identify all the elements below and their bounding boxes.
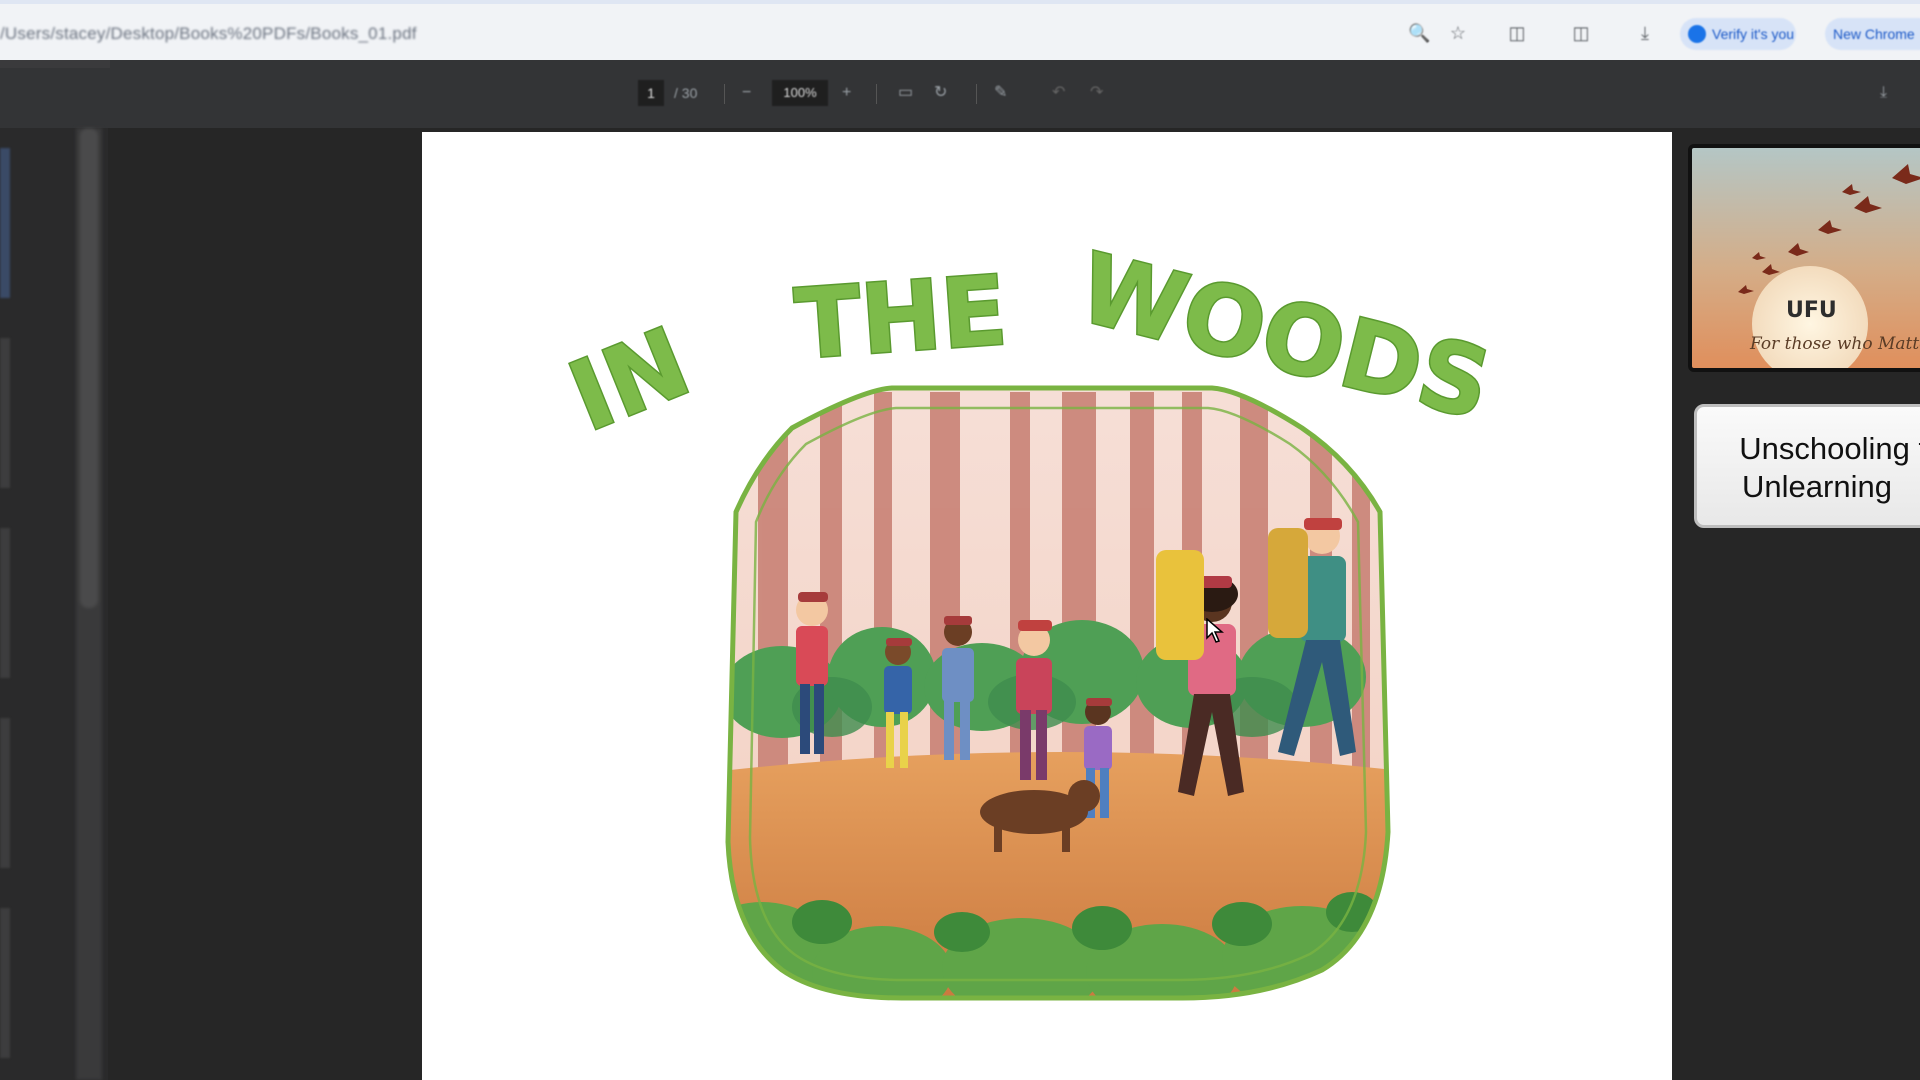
zoom-out-icon[interactable]: − — [742, 82, 751, 104]
page-thumbnail[interactable] — [0, 148, 10, 298]
rotate-icon[interactable]: ↻ — [934, 82, 947, 104]
title-word-woods: WOODS — [1068, 232, 1501, 442]
scrollbar-handle[interactable] — [80, 128, 98, 608]
redo-icon[interactable]: ↷ — [1090, 82, 1103, 104]
toolbar-divider — [876, 84, 877, 104]
ufu-logo-card: UFU For those who Matter — [1688, 144, 1920, 372]
undo-icon[interactable]: ↶ — [1052, 82, 1065, 104]
title-word-in: IN — [555, 306, 705, 452]
thumbnail-strip — [0, 138, 12, 1080]
search-icon[interactable]: 🔍 — [1408, 22, 1430, 44]
avatar — [1688, 25, 1706, 43]
profile-chip[interactable]: Verify it's you — [1680, 18, 1796, 50]
caption-line-2: Unlearning — [1742, 469, 1892, 504]
page-thumbnail[interactable] — [0, 908, 10, 1058]
ufu-tagline: For those who Matter — [1750, 334, 1920, 354]
fit-page-icon[interactable]: ▭ — [898, 82, 913, 104]
zoom-level-input[interactable]: 100% — [772, 80, 828, 106]
ufu-brand: UFU — [1786, 298, 1837, 323]
page-thumbnail[interactable] — [0, 338, 10, 488]
browser-address-bar: /Users/stacey/Desktop/Books%20PDFs/Books… — [0, 0, 1920, 60]
toolbar-divider — [724, 84, 725, 104]
page-number-input[interactable]: 1 — [638, 80, 664, 106]
new-chrome-button[interactable]: New Chrome — [1825, 18, 1920, 50]
page-thumbnail[interactable] — [0, 528, 10, 678]
url-field[interactable]: /Users/stacey/Desktop/Books%20PDFs/Books… — [0, 24, 417, 44]
page-total: / 30 — [674, 85, 698, 101]
unschooling-caption-card: Unschooling for Unlearning — [1694, 404, 1920, 528]
bookmark-star-icon[interactable]: ☆ — [1447, 22, 1469, 44]
mouse-cursor-icon — [1206, 618, 1224, 643]
annotate-icon[interactable]: ✎ — [994, 82, 1007, 104]
caption-line-1: Unschooling for — [1739, 431, 1920, 466]
new-chrome-label: New Chrome — [1833, 26, 1915, 42]
title-word-the: THE — [792, 254, 1011, 380]
page-thumbnail[interactable] — [0, 718, 10, 868]
cover-title: IN THE WOODS — [553, 230, 1502, 452]
sidebar-scrollbar[interactable] — [76, 128, 102, 1080]
right-panel: UFU For those who Matter Unschooling for… — [1672, 128, 1920, 1080]
tab-stub — [0, 60, 110, 68]
download-icon[interactable]: ⤓ — [1634, 22, 1656, 44]
sidebar-toggle-icon[interactable]: ◫ — [1570, 22, 1592, 44]
download-pdf-icon[interactable]: ⤓ — [1880, 82, 1887, 104]
pdf-page: IN THE WOODS — [422, 132, 1672, 1080]
profile-chip-label: Verify it's you — [1712, 26, 1795, 42]
pdf-toolbar: 1 / 30 − 100% + ▭ ↻ ✎ ↶ ↷ ⤓ — [0, 60, 1920, 128]
zoom-in-icon[interactable]: + — [842, 82, 851, 104]
toolbar-divider — [976, 84, 977, 104]
extensions-icon[interactable]: ◫ — [1506, 22, 1528, 44]
thumbnail-sidebar — [0, 128, 108, 1080]
